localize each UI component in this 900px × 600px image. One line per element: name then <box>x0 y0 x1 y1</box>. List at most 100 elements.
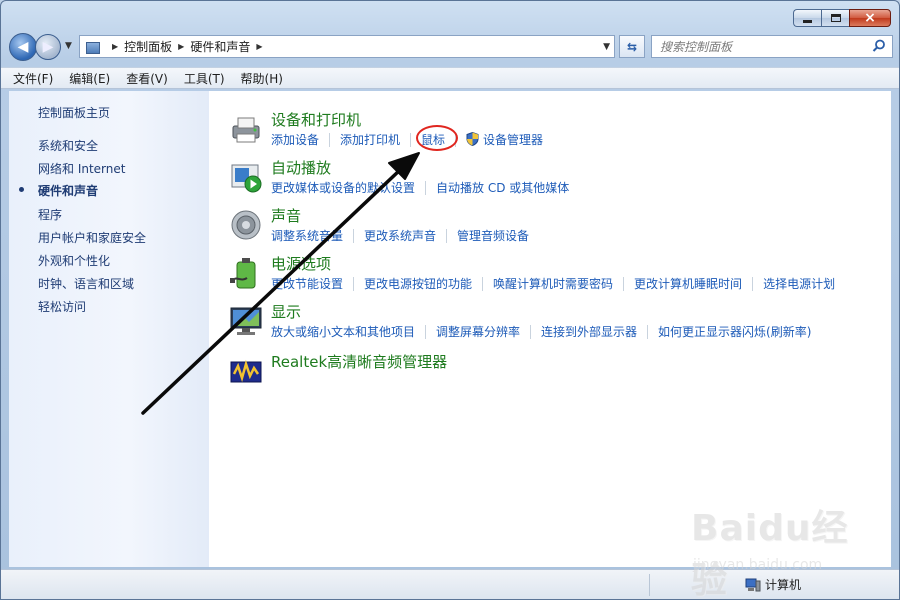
link-separator <box>752 276 754 291</box>
uac-shield-icon <box>466 132 479 146</box>
link-change-system-sounds[interactable]: 更改系统声音 <box>364 227 436 244</box>
search-icon[interactable] <box>872 39 886 53</box>
refresh-icon: ⇆ <box>626 39 638 54</box>
search-input[interactable] <box>660 39 860 54</box>
link-separator <box>425 324 427 339</box>
minimize-icon <box>803 19 812 23</box>
link-power-plan[interactable]: 选择电源计划 <box>763 275 835 292</box>
category-title-sound[interactable]: 声音 <box>271 205 301 226</box>
link-add-device[interactable]: 添加设备 <box>271 131 319 148</box>
address-dropdown-icon[interactable]: ▼ <box>603 42 610 52</box>
link-text-size[interactable]: 放大或缩小文本和其他项目 <box>271 323 415 340</box>
status-computer-label: 计算机 <box>765 578 802 592</box>
link-change-media-defaults[interactable]: 更改媒体或设备的默认设置 <box>271 179 415 196</box>
link-power-button[interactable]: 更改电源按钮的功能 <box>364 275 472 292</box>
link-device-manager-label[interactable]: 设备管理器 <box>483 133 543 147</box>
refresh-button[interactable]: ⇆ <box>619 35 645 58</box>
category-title-autoplay[interactable]: 自动播放 <box>271 157 331 178</box>
link-separator <box>410 132 412 147</box>
sidebar-item-network[interactable]: 网络和 Internet <box>38 160 125 177</box>
sidebar-item-ease-of-access[interactable]: 轻松访问 <box>38 298 86 315</box>
link-separator <box>329 132 331 147</box>
link-separator <box>425 180 427 195</box>
back-button[interactable]: ◀ <box>9 33 37 61</box>
sidebar-item-hardware-sound[interactable]: 硬件和声音 <box>38 182 98 199</box>
category-display: 显示 放大或缩小文本和其他项目 调整屏幕分辨率 连接到外部显示器 如何更正显示器… <box>229 301 879 345</box>
autoplay-icon[interactable] <box>229 160 263 194</box>
menu-help[interactable]: 帮助(H) <box>241 70 283 87</box>
link-add-printer[interactable]: 添加打印机 <box>340 131 400 148</box>
link-power-saving[interactable]: 更改节能设置 <box>271 275 343 292</box>
sidebar-item-home[interactable]: 控制面板主页 <box>38 104 110 121</box>
category-title-realtek[interactable]: Realtek高清晰音频管理器 <box>271 351 447 372</box>
menu-bar: 文件(F) 编辑(E) 查看(V) 工具(T) 帮助(H) <box>1 67 899 89</box>
chevron-right-icon[interactable]: ▶ <box>112 42 118 51</box>
menu-tools[interactable]: 工具(T) <box>184 70 225 87</box>
realtek-audio-icon[interactable] <box>229 354 263 388</box>
monitor-icon[interactable] <box>229 304 263 338</box>
status-divider <box>649 574 650 596</box>
breadcrumb-control-panel[interactable]: 控制面板 <box>124 38 172 55</box>
category-title-power[interactable]: 电源选项 <box>271 253 331 274</box>
minimize-button[interactable] <box>793 9 821 27</box>
link-separator <box>530 324 532 339</box>
maximize-button[interactable] <box>821 9 849 27</box>
active-bullet-icon <box>19 187 24 192</box>
category-links: 放大或缩小文本和其他项目 调整屏幕分辨率 连接到外部显示器 如何更正显示器闪烁(… <box>271 323 811 340</box>
sidebar: 控制面板主页 系统和安全 网络和 Internet 硬件和声音 程序 用户帐户和… <box>9 91 209 567</box>
link-refresh-rate[interactable]: 如何更正显示器闪烁(刷新率) <box>658 323 811 340</box>
link-separator <box>446 228 448 243</box>
chevron-right-icon[interactable]: ▶ <box>178 42 184 51</box>
speaker-icon[interactable] <box>229 208 263 242</box>
sidebar-item-system-security[interactable]: 系统和安全 <box>38 137 98 154</box>
control-panel-window: × ◀ ▶ ▼ ▶ 控制面板 ▶ 硬件和声音 ▶ ▼ ⇆ 文件(F) 编辑(E)… <box>0 0 900 600</box>
link-separator <box>482 276 484 291</box>
forward-button[interactable]: ▶ <box>35 34 61 60</box>
link-separator <box>353 276 355 291</box>
status-bar: 计算机 <box>1 569 899 599</box>
sidebar-item-appearance[interactable]: 外观和个性化 <box>38 252 110 269</box>
menu-edit[interactable]: 编辑(E) <box>69 70 110 87</box>
address-bar[interactable]: ▶ 控制面板 ▶ 硬件和声音 ▶ ▼ <box>79 35 615 58</box>
search-box[interactable] <box>651 35 893 58</box>
category-title-display[interactable]: 显示 <box>271 301 301 322</box>
link-separator <box>647 324 649 339</box>
link-separator <box>353 228 355 243</box>
chevron-right-icon[interactable]: ▶ <box>256 42 262 51</box>
caption-buttons: × <box>793 9 891 27</box>
link-external-display[interactable]: 连接到外部显示器 <box>541 323 637 340</box>
close-icon: × <box>864 10 876 26</box>
sidebar-item-clock-region[interactable]: 时钟、语言和区域 <box>38 275 134 292</box>
back-arrow-icon: ◀ <box>17 39 29 55</box>
link-screen-resolution[interactable]: 调整屏幕分辨率 <box>436 323 520 340</box>
menu-file[interactable]: 文件(F) <box>13 70 53 87</box>
link-sleep-time[interactable]: 更改计算机睡眠时间 <box>634 275 742 292</box>
link-manage-audio-devices[interactable]: 管理音频设备 <box>457 227 529 244</box>
category-links: 更改媒体或设备的默认设置 自动播放 CD 或其他媒体 <box>271 179 569 196</box>
breadcrumb-hardware-sound[interactable]: 硬件和声音 <box>190 38 250 55</box>
link-device-manager[interactable]: 设备管理器 <box>466 131 543 148</box>
content-area: 控制面板主页 系统和安全 网络和 Internet 硬件和声音 程序 用户帐户和… <box>9 91 891 567</box>
printer-icon[interactable] <box>229 112 263 146</box>
status-computer: 计算机 <box>745 576 801 593</box>
battery-icon[interactable] <box>229 256 263 290</box>
category-autoplay: 自动播放 更改媒体或设备的默认设置 自动播放 CD 或其他媒体 <box>229 157 879 201</box>
category-title-devices[interactable]: 设备和打印机 <box>271 109 361 130</box>
menu-view[interactable]: 查看(V) <box>126 70 168 87</box>
link-autoplay-cd[interactable]: 自动播放 CD 或其他媒体 <box>436 179 569 196</box>
link-separator <box>623 276 625 291</box>
category-devices-printers: 设备和打印机 添加设备 添加打印机 鼠标 设备管理器 <box>229 109 879 153</box>
category-links: 更改节能设置 更改电源按钮的功能 唤醒计算机时需要密码 更改计算机睡眠时间 选择… <box>271 275 835 292</box>
link-wake-password[interactable]: 唤醒计算机时需要密码 <box>493 275 613 292</box>
recent-pages-dropdown-icon[interactable]: ▼ <box>65 41 72 51</box>
close-button[interactable]: × <box>849 9 891 27</box>
maximize-icon <box>830 14 841 22</box>
category-sound: 声音 调整系统音量 更改系统声音 管理音频设备 <box>229 205 879 249</box>
mouse-link-highlight <box>416 125 458 151</box>
sidebar-item-user-accounts[interactable]: 用户帐户和家庭安全 <box>38 229 146 246</box>
category-power-options: 电源选项 更改节能设置 更改电源按钮的功能 唤醒计算机时需要密码 更改计算机睡眠… <box>229 253 879 297</box>
sidebar-item-programs[interactable]: 程序 <box>38 206 62 223</box>
link-adjust-volume[interactable]: 调整系统音量 <box>271 227 343 244</box>
main-panel: 设备和打印机 添加设备 添加打印机 鼠标 设备管理器 自动播放 更改媒体或设备的… <box>209 91 891 567</box>
category-links: 添加设备 添加打印机 鼠标 设备管理器 <box>271 131 543 148</box>
